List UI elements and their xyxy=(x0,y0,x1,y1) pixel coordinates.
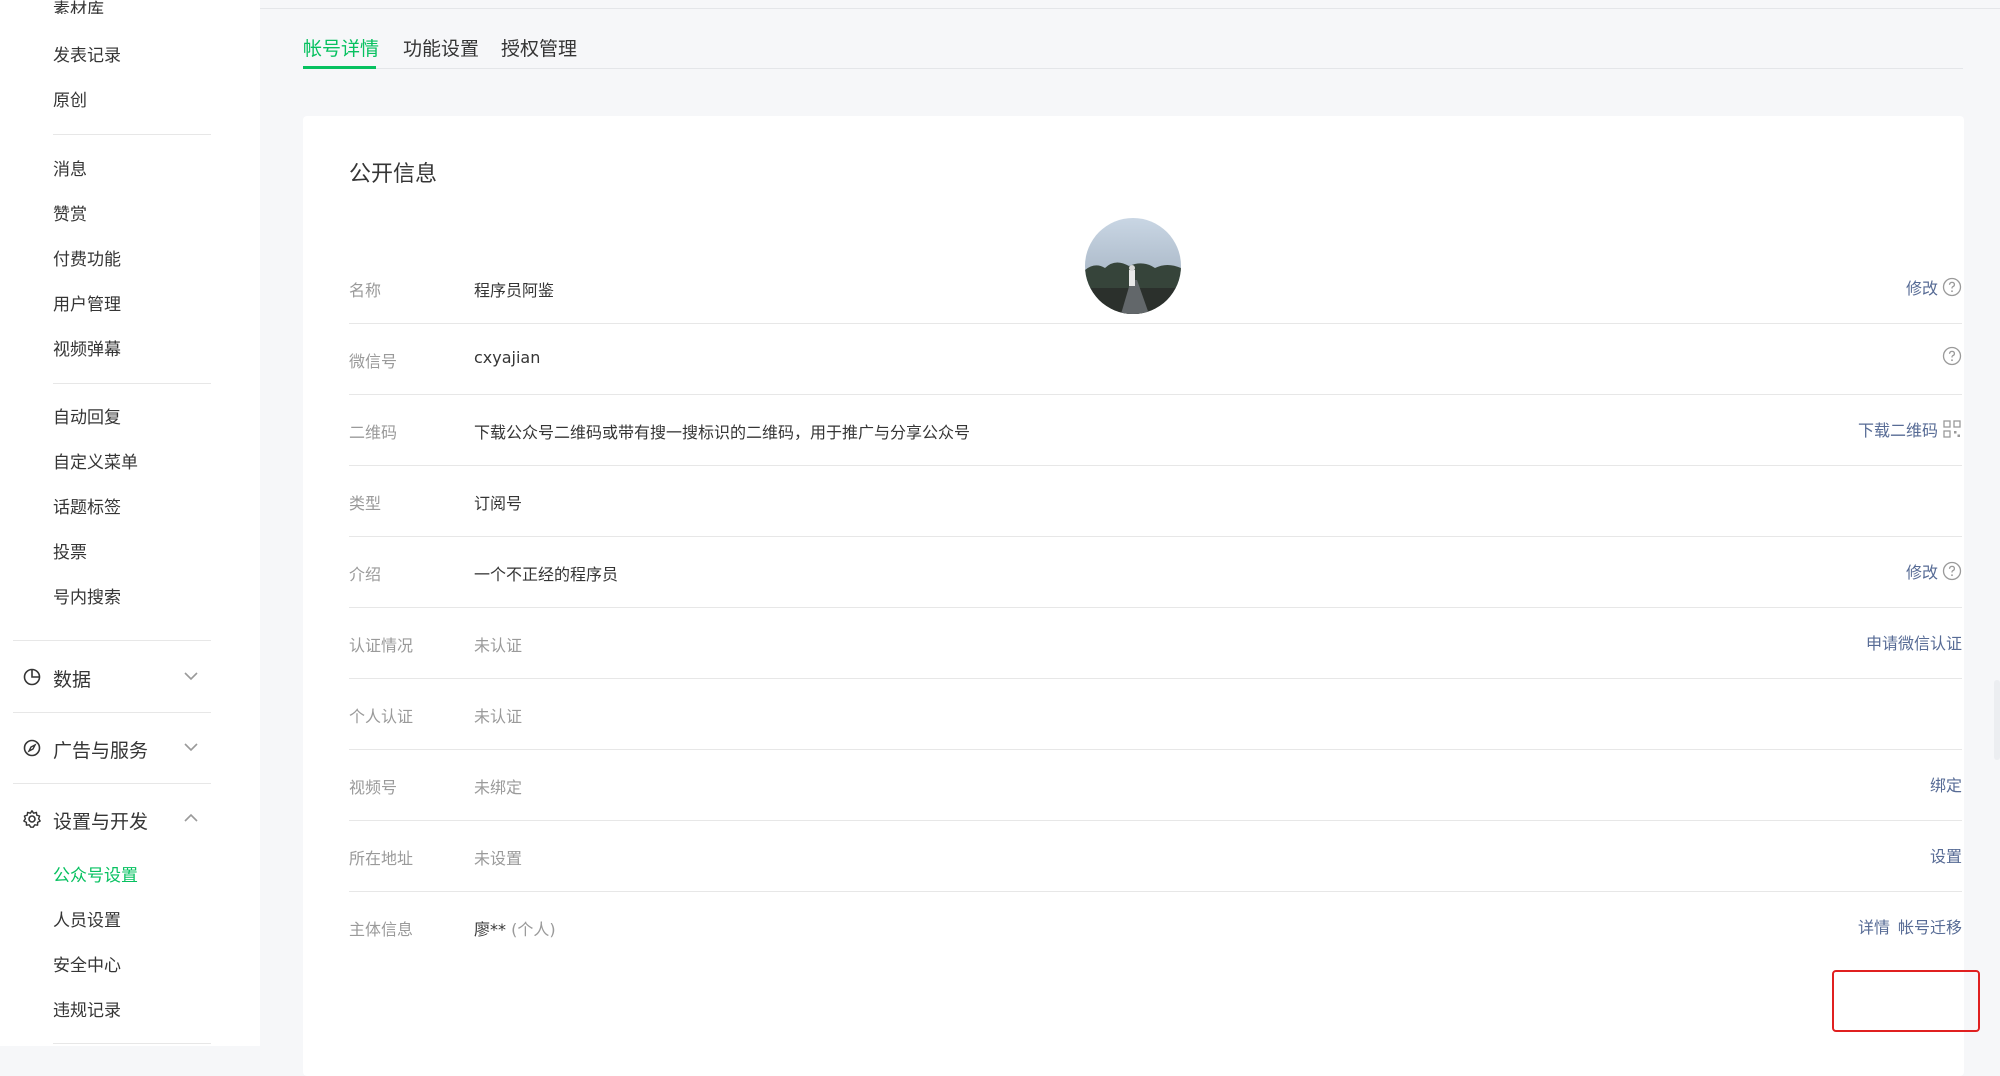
tab-feature-settings[interactable]: 功能设置 xyxy=(403,34,479,61)
edit-intro-link[interactable]: 修改 xyxy=(1906,559,1938,583)
sidebar-group-label: 数据 xyxy=(53,669,92,691)
row-label: 认证情况 xyxy=(349,636,414,655)
sidebar-group-ads-services[interactable]: 广告与服务 xyxy=(22,734,212,762)
sidebar-divider xyxy=(53,1043,211,1044)
sidebar-item-in-account-search[interactable]: 号内搜索 xyxy=(53,588,121,608)
tab-account-details[interactable]: 帐号详情 xyxy=(303,34,379,61)
row-label: 介绍 xyxy=(349,565,382,584)
sidebar-item-appreciation[interactable]: 赞赏 xyxy=(53,205,87,225)
row-label: 二维码 xyxy=(349,423,398,442)
row-label: 微信号 xyxy=(349,352,398,371)
personal-certification-status: 未认证 xyxy=(474,707,523,726)
channels-status: 未绑定 xyxy=(474,778,523,797)
qrcode-description: 下载公众号二维码或带有搜一搜标识的二维码，用于推广与分享公众号 xyxy=(474,423,971,442)
wechat-id-value: cxyajian xyxy=(474,348,541,367)
info-row-type: 类型 订阅号 xyxy=(349,466,1962,537)
sidebar-item-account-settings[interactable]: 公众号设置 xyxy=(53,866,138,886)
edit-name-link[interactable]: 修改 xyxy=(1906,275,1938,299)
sidebar-group-settings-dev[interactable]: 设置与开发 xyxy=(22,805,212,833)
sidebar-item-custom-menu[interactable]: 自定义菜单 xyxy=(53,453,138,473)
pie-chart-icon xyxy=(23,668,41,686)
compass-icon xyxy=(23,739,41,757)
account-migration-link[interactable]: 帐号迁移 xyxy=(1898,914,1962,938)
entity-details-link[interactable]: 详情 xyxy=(1858,914,1890,938)
help-icon[interactable] xyxy=(1942,561,1962,581)
sidebar-item-topic-tags[interactable]: 话题标签 xyxy=(53,498,121,518)
gear-icon xyxy=(23,810,41,828)
sidebar-item-violation-records[interactable]: 违规记录 xyxy=(53,1001,121,1021)
chevron-up-icon xyxy=(184,813,198,822)
scrollbar[interactable] xyxy=(1994,680,2000,760)
sidebar-group-label: 设置与开发 xyxy=(53,811,149,833)
highlight-box xyxy=(1832,970,1980,1032)
info-row-channels: 视频号 未绑定 绑定 xyxy=(349,750,1962,821)
apply-wechat-certification-link[interactable]: 申请微信认证 xyxy=(1866,630,1962,654)
info-row-personal-certification: 个人认证 未认证 xyxy=(349,679,1962,750)
sidebar-item-video-danmaku[interactable]: 视频弹幕 xyxy=(53,340,121,360)
entity-name: 廖** xyxy=(474,920,507,939)
sidebar-item-original[interactable]: 原创 xyxy=(53,91,87,111)
entity-value: 廖** (个人) xyxy=(474,916,556,940)
chevron-down-icon xyxy=(184,672,198,681)
sidebar-item-voting[interactable]: 投票 xyxy=(53,543,87,563)
row-label: 类型 xyxy=(349,494,382,513)
info-row-address: 所在地址 未设置 设置 xyxy=(349,821,1962,892)
sidebar-item-publish-records[interactable]: 发表记录 xyxy=(53,46,121,66)
info-row-certification: 认证情况 未认证 申请微信认证 xyxy=(349,608,1962,679)
sidebar-item-messages[interactable]: 消息 xyxy=(53,160,87,180)
sidebar-divider xyxy=(53,134,211,135)
qrcode-icon[interactable] xyxy=(1942,419,1962,439)
download-qrcode-link[interactable]: 下载二维码 xyxy=(1858,417,1938,441)
chevron-down-icon xyxy=(184,743,198,752)
card-title: 公开信息 xyxy=(349,162,438,187)
public-info-card: 公开信息 名称 程序员阿鉴 修改 微信号 cxyajian 二维码 下载公众号二… xyxy=(303,116,1964,1076)
sidebar-item-staff-settings[interactable]: 人员设置 xyxy=(53,911,121,931)
info-row-wechat-id: 微信号 cxyajian xyxy=(349,324,1962,395)
sidebar-divider xyxy=(53,383,211,384)
sidebar-divider xyxy=(13,640,211,641)
sidebar-group-data[interactable]: 数据 xyxy=(22,663,212,691)
info-row-name: 名称 程序员阿鉴 修改 xyxy=(349,253,1962,324)
sidebar: 素材库 发表记录 原创 消息 赞赏 付费功能 用户管理 视频弹幕 自动回复 自定… xyxy=(0,0,260,1046)
sidebar-item-user-management[interactable]: 用户管理 xyxy=(53,295,121,315)
entity-type: (个人) xyxy=(511,920,556,939)
top-border xyxy=(0,8,2000,9)
address-status: 未设置 xyxy=(474,849,523,868)
row-label: 视频号 xyxy=(349,778,398,797)
row-label: 名称 xyxy=(349,281,382,300)
sidebar-divider xyxy=(13,783,211,784)
bind-channels-link[interactable]: 绑定 xyxy=(1930,772,1962,796)
sidebar-group-label: 广告与服务 xyxy=(53,740,149,762)
info-row-entity: 主体信息 廖** (个人) 详情 帐号迁移 xyxy=(349,892,1962,963)
info-row-qrcode: 二维码 下载公众号二维码或带有搜一搜标识的二维码，用于推广与分享公众号 下载二维… xyxy=(349,395,1962,466)
row-label: 个人认证 xyxy=(349,707,414,726)
tab-authorization-management[interactable]: 授权管理 xyxy=(501,34,577,61)
row-label: 所在地址 xyxy=(349,849,414,868)
help-icon[interactable] xyxy=(1942,346,1962,366)
info-row-intro: 介绍 一个不正经的程序员 修改 xyxy=(349,537,1962,608)
sidebar-divider xyxy=(13,712,211,713)
row-label: 主体信息 xyxy=(349,920,414,939)
active-tab-indicator xyxy=(303,66,376,69)
account-name-value: 程序员阿鉴 xyxy=(474,281,555,300)
set-address-link[interactable]: 设置 xyxy=(1930,843,1962,867)
tabs-divider xyxy=(303,68,1963,69)
sidebar-item-paid-features[interactable]: 付费功能 xyxy=(53,250,121,270)
help-icon[interactable] xyxy=(1942,277,1962,297)
account-type-value: 订阅号 xyxy=(474,494,523,513)
intro-value: 一个不正经的程序员 xyxy=(474,565,619,584)
certification-status: 未认证 xyxy=(474,636,523,655)
sidebar-item-materials[interactable]: 素材库 xyxy=(53,0,104,14)
sidebar-item-auto-reply[interactable]: 自动回复 xyxy=(53,408,121,428)
sidebar-item-security-center[interactable]: 安全中心 xyxy=(53,956,121,976)
